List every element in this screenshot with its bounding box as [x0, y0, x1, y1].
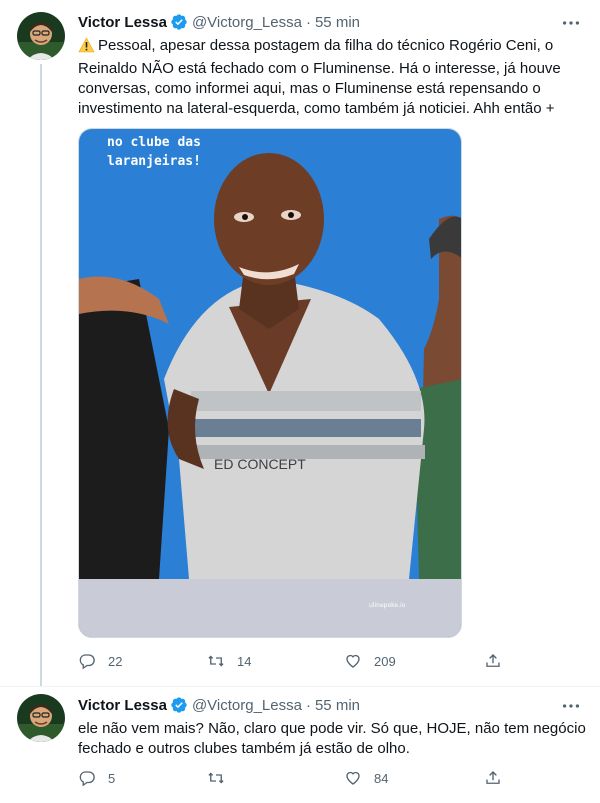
verified-badge-icon — [170, 696, 188, 714]
share-icon — [486, 654, 500, 667]
retweet-icon — [208, 772, 224, 784]
retweet-count: 14 — [237, 653, 252, 669]
tweet-actions: 5 84 — [78, 769, 508, 789]
photo-image: ED CONCEPT ulinepoke.io — [79, 129, 461, 637]
verified-badge-icon — [170, 13, 188, 31]
warning-icon — [78, 37, 95, 59]
reply-count: 5 — [108, 770, 116, 786]
tweet-text: ele não vem mais? Não, claro que pode vi… — [78, 720, 586, 757]
like-icon — [346, 771, 360, 785]
timestamp[interactable]: 55 min — [315, 14, 360, 31]
reply-button[interactable]: 22 — [78, 652, 122, 670]
author-handle[interactable]: @Victorg_Lessa — [192, 14, 302, 31]
share-button[interactable] — [484, 652, 502, 670]
tweet-header: Victor Lessa @Victorg_Lessa · 55 min — [78, 12, 360, 32]
reply-icon — [79, 771, 95, 787]
photo-caption: no clube das laranjeiras! — [107, 135, 201, 169]
more-icon[interactable] — [560, 12, 582, 34]
retweet-button[interactable]: 14 — [207, 652, 251, 670]
like-count: 84 — [374, 770, 389, 786]
tweet-actions: 22 14 209 — [78, 652, 508, 672]
tweet[interactable]: Victor Lessa @Victorg_Lessa · 55 min ele… — [0, 686, 600, 803]
shirt-print: ED CONCEPT — [214, 456, 306, 472]
share-icon — [486, 771, 500, 784]
like-icon — [346, 654, 360, 668]
tweet-text: Pessoal, apesar dessa postagem da filha … — [78, 36, 586, 119]
tweet-body: Pessoal, apesar dessa postagem da filha … — [78, 37, 561, 117]
tweet-header: Victor Lessa @Victorg_Lessa · 55 min — [78, 695, 360, 715]
timestamp[interactable]: 55 min — [315, 697, 360, 714]
photo-watermark: ulinepoke.io — [369, 602, 406, 609]
tweet[interactable]: Victor Lessa @Victorg_Lessa · 55 min Pes… — [0, 0, 600, 686]
separator-dot: · — [305, 13, 311, 31]
more-icon[interactable] — [560, 695, 582, 717]
thread-line — [40, 64, 42, 686]
author-name[interactable]: Victor Lessa — [78, 14, 167, 31]
author-handle[interactable]: @Victorg_Lessa — [192, 697, 302, 714]
author-name[interactable]: Victor Lessa — [78, 697, 167, 714]
retweet-button[interactable] — [207, 769, 225, 787]
like-button[interactable]: 209 — [344, 652, 396, 670]
like-count: 209 — [374, 653, 396, 669]
tweet-photo[interactable]: ED CONCEPT ulinepoke.io no clube das lar… — [78, 128, 462, 638]
avatar[interactable] — [17, 12, 65, 60]
avatar[interactable] — [17, 694, 65, 742]
reply-count: 22 — [108, 653, 123, 669]
retweet-icon — [208, 655, 224, 667]
reply-icon — [79, 654, 95, 670]
like-button[interactable]: 84 — [344, 769, 388, 787]
separator-dot: · — [305, 696, 311, 714]
share-button[interactable] — [484, 769, 502, 787]
reply-button[interactable]: 5 — [78, 769, 115, 787]
